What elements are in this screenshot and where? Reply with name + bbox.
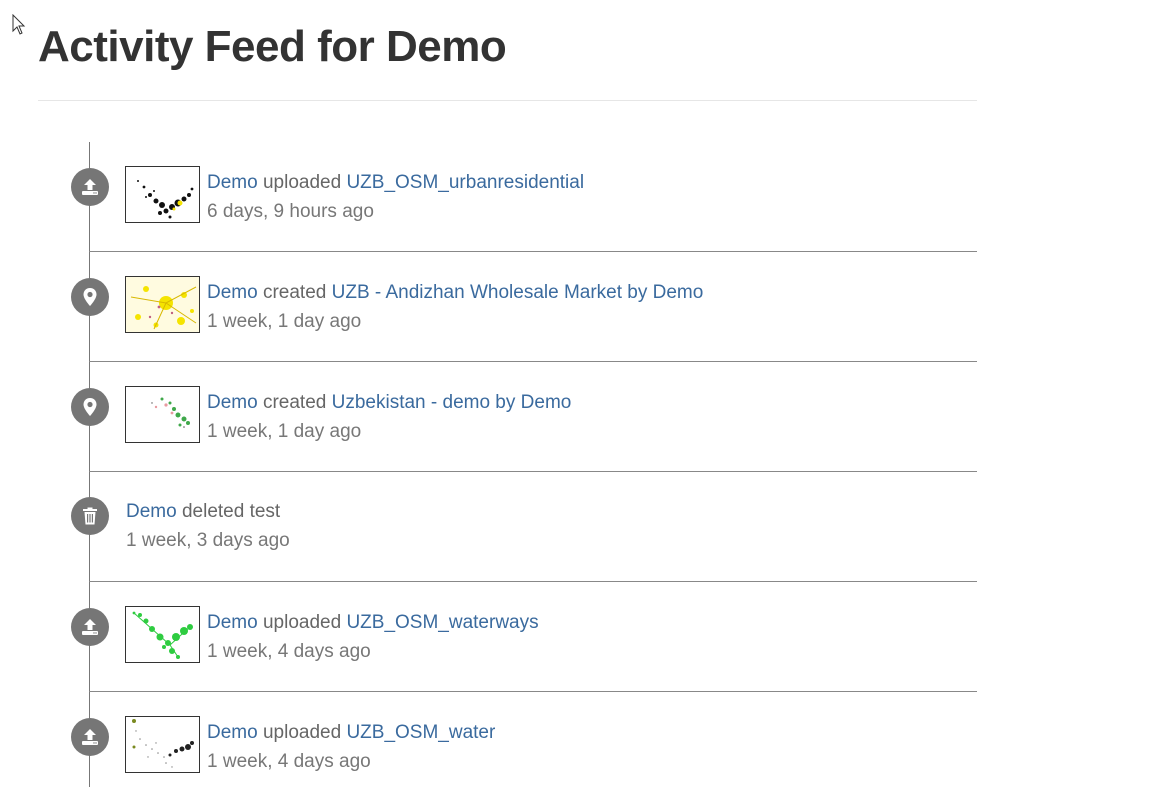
- page-title: Activity Feed for Demo: [38, 22, 507, 71]
- feed-timestamp: 1 week, 4 days ago: [207, 751, 371, 772]
- feed-timestamp: 1 week, 1 day ago: [207, 421, 362, 442]
- feed-item-text: Demo uploaded UZB_OSM_waterways 1 week, …: [207, 608, 539, 666]
- layer-thumbnail[interactable]: [125, 716, 200, 773]
- mouse-cursor-icon: [12, 14, 26, 35]
- feed-item: Demo created UZB - Andizhan Wholesale Ma…: [0, 252, 977, 362]
- actor-link[interactable]: Demo: [207, 172, 258, 193]
- feed-timestamp: 1 week, 1 day ago: [207, 311, 362, 332]
- map-marker-icon: [71, 278, 109, 316]
- feed-item-text: Demo deleted test 1 week, 3 days ago: [126, 497, 290, 555]
- activity-feed: Demo uploaded UZB_OSM_urbanresidential 6…: [0, 142, 1160, 787]
- feed-item-text: Demo uploaded UZB_OSM_urbanresidential 6…: [207, 168, 584, 226]
- feed-item: Demo uploaded UZB_OSM_urbanresidential 6…: [0, 142, 977, 252]
- map-marker-icon: [71, 388, 109, 426]
- feed-item-text: Demo uploaded UZB_OSM_water 1 week, 4 da…: [207, 718, 495, 776]
- title-divider: [38, 100, 977, 101]
- feed-item: Demo uploaded UZB_OSM_waterways 1 week, …: [0, 582, 977, 692]
- object-link[interactable]: UZB_OSM_waterways: [346, 612, 538, 633]
- object-link[interactable]: Uzbekistan - demo by Demo: [332, 392, 572, 413]
- map-thumbnail[interactable]: [125, 276, 200, 333]
- actor-link[interactable]: Demo: [207, 392, 258, 413]
- feed-item-text: Demo created UZB - Andizhan Wholesale Ma…: [207, 278, 703, 336]
- feed-timestamp: 6 days, 9 hours ago: [207, 201, 374, 222]
- layer-thumbnail[interactable]: [125, 606, 200, 663]
- feed-timestamp: 1 week, 4 days ago: [207, 641, 371, 662]
- upload-icon: [71, 168, 109, 206]
- actor-link[interactable]: Demo: [207, 612, 258, 633]
- feed-item-text: Demo created Uzbekistan - demo by Demo 1…: [207, 388, 571, 446]
- map-thumbnail[interactable]: [125, 386, 200, 443]
- object-link[interactable]: UZB_OSM_water: [346, 722, 495, 743]
- upload-icon: [71, 608, 109, 646]
- object-link[interactable]: UZB_OSM_urbanresidential: [346, 172, 584, 193]
- actor-link[interactable]: Demo: [207, 282, 258, 303]
- feed-verb: created: [262, 392, 327, 413]
- feed-verb: deleted test: [181, 501, 281, 522]
- trash-icon: [71, 497, 109, 535]
- upload-icon: [71, 718, 109, 756]
- object-link[interactable]: UZB - Andizhan Wholesale Market by Demo: [332, 282, 704, 303]
- actor-link[interactable]: Demo: [126, 501, 177, 522]
- feed-verb: uploaded: [262, 722, 342, 743]
- feed-verb: uploaded: [262, 612, 342, 633]
- feed-timestamp: 1 week, 3 days ago: [126, 530, 290, 551]
- feed-item: Demo uploaded UZB_OSM_water 1 week, 4 da…: [0, 692, 977, 802]
- feed-item: Demo deleted test 1 week, 3 days ago: [0, 472, 977, 582]
- feed-verb: created: [262, 282, 327, 303]
- feed-verb: uploaded: [262, 172, 342, 193]
- layer-thumbnail[interactable]: [125, 166, 200, 223]
- feed-item: Demo created Uzbekistan - demo by Demo 1…: [0, 362, 977, 472]
- actor-link[interactable]: Demo: [207, 722, 258, 743]
